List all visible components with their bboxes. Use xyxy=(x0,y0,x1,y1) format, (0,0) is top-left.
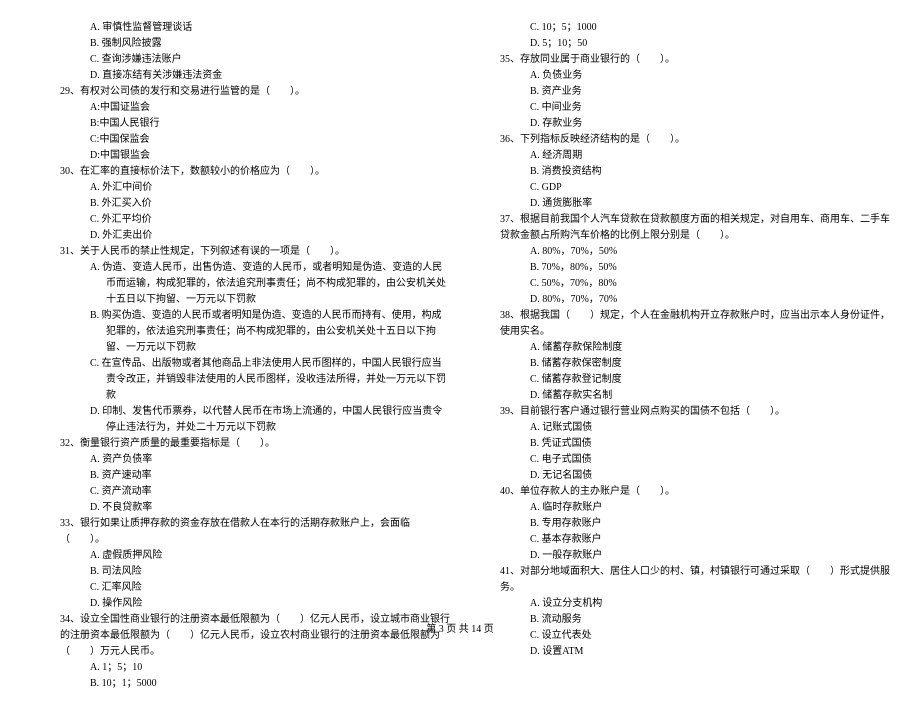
option-text: B. 消费投资结构 xyxy=(470,164,890,180)
option-text: B. 10；1；5000 xyxy=(30,676,450,692)
option-text: B. 70%，80%，50% xyxy=(470,260,890,276)
option-text: D. 印制、发售代币票券，以代替人民币在市场上流通的，中国人民银行应当责令停止违… xyxy=(30,404,450,436)
question-31: 31、关于人民币的禁止性规定，下列叙述有误的一项是（ ）。 xyxy=(30,244,450,260)
question-32: 32、衡量银行资产质量的最重要指标是（ ）。 xyxy=(30,436,450,452)
option-text: A. 临时存款账户 xyxy=(470,500,890,516)
option-text: C. 基本存款账户 xyxy=(470,532,890,548)
page-footer: 第 3 页 共 14 页 xyxy=(0,622,920,638)
page-container: A. 审慎性监督管理谈话 B. 强制风险披露 C. 查询涉嫌违法账户 D. 直接… xyxy=(0,0,920,722)
option-text: B. 外汇买入价 xyxy=(30,196,450,212)
option-text: D. 外汇卖出价 xyxy=(30,228,450,244)
option-text: C. 储蓄存款登记制度 xyxy=(470,372,890,388)
option-text: D. 操作风险 xyxy=(30,596,450,612)
option-text: B. 强制风险披露 xyxy=(30,36,450,52)
option-text: A. 虚假质押风险 xyxy=(30,548,450,564)
option-text: B. 资产业务 xyxy=(470,84,890,100)
option-text: B. 凭证式国债 xyxy=(470,436,890,452)
question-37: 37、根据目前我国个人汽车贷款在贷款额度方面的相关规定，对自用车、商用车、二手车… xyxy=(470,212,890,244)
option-text: D. 无记名国债 xyxy=(470,468,890,484)
option-text: D. 直接冻结有关涉嫌违法资金 xyxy=(30,68,450,84)
option-text: D. 存款业务 xyxy=(470,116,890,132)
option-text: C:中国保监会 xyxy=(30,132,450,148)
option-text: D:中国银监会 xyxy=(30,148,450,164)
option-text: B. 购买伪造、变造的人民币或者明知是伪造、变造的人民币而持有、使用，构成犯罪的… xyxy=(30,308,450,356)
option-text: D. 不良贷款率 xyxy=(30,500,450,516)
option-text: D. 设置ATM xyxy=(470,644,890,660)
option-text: D. 一般存款账户 xyxy=(470,548,890,564)
option-text: A. 资产负债率 xyxy=(30,452,450,468)
option-text: C. 50%，70%，80% xyxy=(470,276,890,292)
option-text: C. 在宣传品、出版物或者其他商品上非法使用人民币图样的，中国人民银行应当责令改… xyxy=(30,356,450,404)
question-40: 40、单位存款人的主办账户是（ ）。 xyxy=(470,484,890,500)
option-text: B. 专用存款账户 xyxy=(470,516,890,532)
option-text: C. 资产流动率 xyxy=(30,484,450,500)
option-text: A. 经济周期 xyxy=(470,148,890,164)
option-text: B:中国人民银行 xyxy=(30,116,450,132)
option-text: C. GDP xyxy=(470,180,890,196)
option-text: C. 中间业务 xyxy=(470,100,890,116)
option-text: A. 审慎性监督管理谈话 xyxy=(30,20,450,36)
option-text: B. 储蓄存款保密制度 xyxy=(470,356,890,372)
option-text: C. 汇率风险 xyxy=(30,580,450,596)
question-35: 35、存放同业属于商业银行的（ ）。 xyxy=(470,52,890,68)
option-text: A:中国证监会 xyxy=(30,100,450,116)
option-text: D. 通货膨胀率 xyxy=(470,196,890,212)
question-30: 30、在汇率的直接标价法下，数额较小的价格应为（ ）。 xyxy=(30,164,450,180)
right-column: C. 10；5；1000 D. 5；10；50 35、存放同业属于商业银行的（ … xyxy=(460,20,890,692)
option-text: C. 外汇平均价 xyxy=(30,212,450,228)
option-text: B. 司法风险 xyxy=(30,564,450,580)
option-text: A. 伪造、变造人民币，出售伪造、变造的人民币，或者明知是伪造、变造的人民币而运… xyxy=(30,260,450,308)
left-column: A. 审慎性监督管理谈话 B. 强制风险披露 C. 查询涉嫌违法账户 D. 直接… xyxy=(30,20,460,692)
option-text: A. 设立分支机构 xyxy=(470,596,890,612)
option-text: A. 80%，70%，50% xyxy=(470,244,890,260)
option-text: B. 资产速动率 xyxy=(30,468,450,484)
option-text: D. 储蓄存款实名制 xyxy=(470,388,890,404)
question-41: 41、对部分地域面积大、居住人口少的村、镇，村镇银行可通过采取（ ）形式提供服务… xyxy=(470,564,890,596)
option-text: D. 80%，70%，70% xyxy=(470,292,890,308)
question-39: 39、目前银行客户通过银行营业网点购买的国债不包括（ ）。 xyxy=(470,404,890,420)
question-29: 29、有权对公司债的发行和交易进行监管的是（ ）。 xyxy=(30,84,450,100)
option-text: A. 负债业务 xyxy=(470,68,890,84)
question-38: 38、根据我国（ ）规定，个人在金融机构开立存款账户时，应当出示本人身份证件，使… xyxy=(470,308,890,340)
option-text: A. 记账式国债 xyxy=(470,420,890,436)
option-text: A. 储蓄存款保险制度 xyxy=(470,340,890,356)
option-text: C. 电子式国债 xyxy=(470,452,890,468)
question-33: 33、银行如果让质押存款的资金存放在借款人在本行的活期存款账户上，会面临（ ）。 xyxy=(30,516,450,548)
option-text: D. 5；10；50 xyxy=(470,36,890,52)
option-text: C. 10；5；1000 xyxy=(470,20,890,36)
option-text: A. 1；5；10 xyxy=(30,660,450,676)
question-36: 36、下列指标反映经济结构的是（ ）。 xyxy=(470,132,890,148)
option-text: A. 外汇中间价 xyxy=(30,180,450,196)
option-text: C. 查询涉嫌违法账户 xyxy=(30,52,450,68)
